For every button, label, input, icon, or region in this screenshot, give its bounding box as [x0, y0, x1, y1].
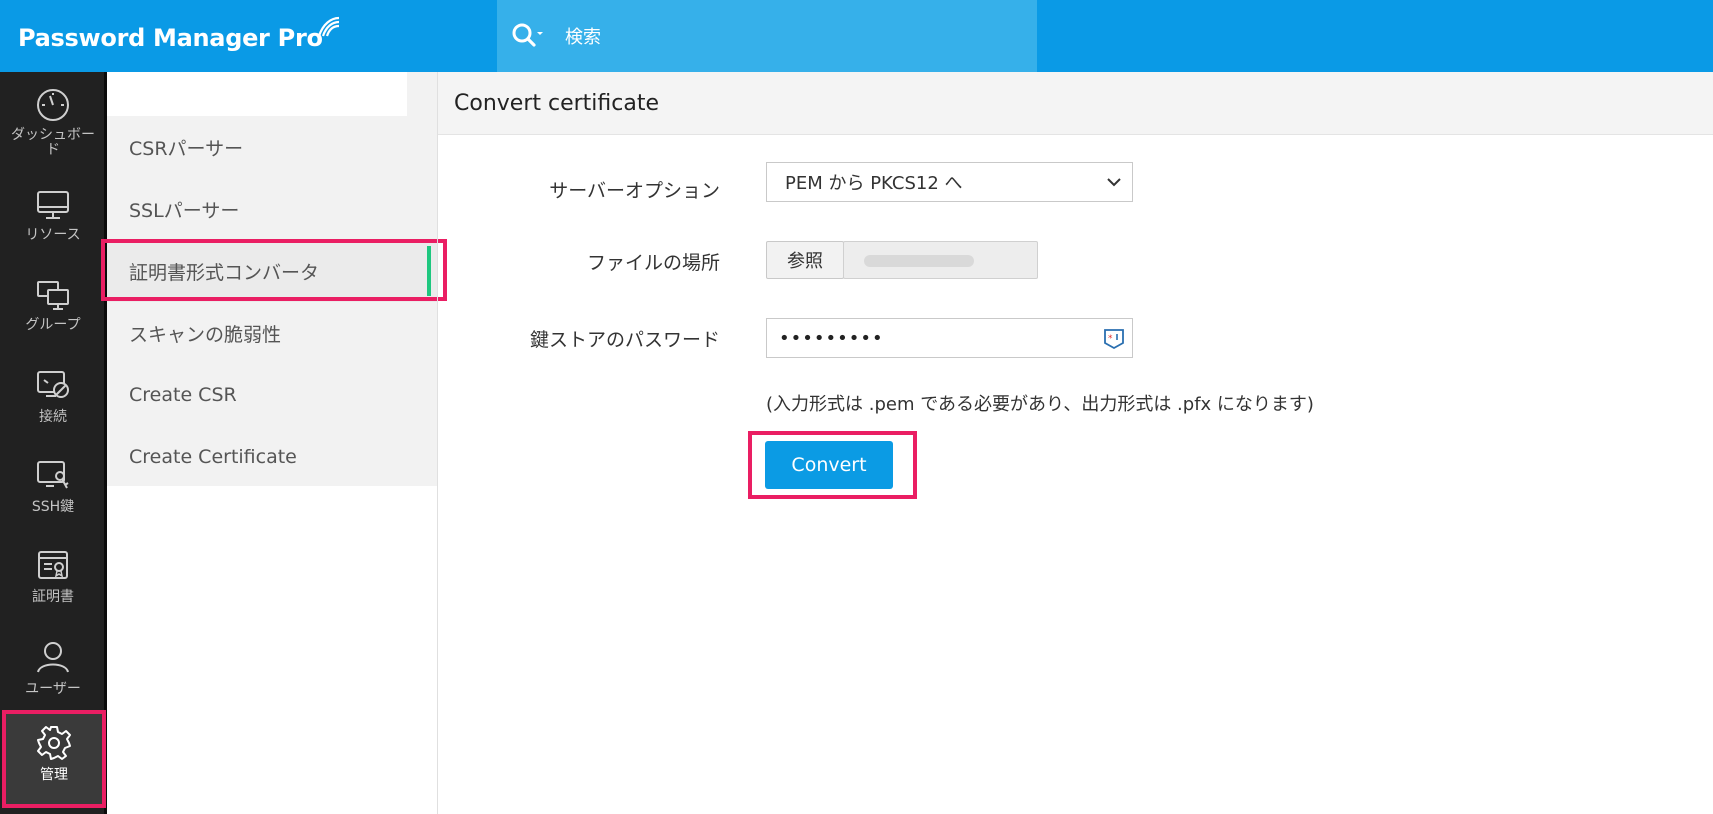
keystore-password-value: •••••••••: [779, 327, 884, 349]
submenu-item-label: Create Certificate: [129, 446, 297, 468]
admin-submenu: CSRパーサー SSLパーサー 証明書形式コンバータ スキャンの脆弱性 Crea…: [107, 116, 437, 486]
nav-certificates[interactable]: 証明書: [0, 536, 106, 626]
format-hint-text: (入力形式は .pem である必要があり、出力形式は .pfx になります): [766, 394, 1314, 415]
server-option-row: サーバーオプション: [420, 169, 720, 209]
submenu-item-ssl-parser[interactable]: SSLパーサー: [107, 178, 437, 240]
nav-groups[interactable]: グループ: [0, 266, 106, 356]
submenu-item-label: 証明書形式コンバータ: [129, 261, 320, 284]
global-search-bar[interactable]: 検索: [497, 0, 1037, 72]
submenu-item-label: CSRパーサー: [129, 137, 244, 160]
file-location-label: ファイルの場所: [586, 251, 720, 274]
brand-swoosh-icon: [317, 16, 339, 37]
server-option-select[interactable]: PEM から PKCS12 へ: [766, 162, 1133, 202]
group-monitors-icon: [37, 281, 69, 310]
content-header: Convert certificate: [438, 72, 1713, 135]
keystore-password-label: 鍵ストアのパスワード: [529, 328, 720, 351]
nav-certificates-label: 証明書: [32, 589, 74, 605]
keystore-password-row: 鍵ストアのパスワード: [420, 318, 720, 358]
nav-dashboard[interactable]: ダッシュボード: [0, 76, 106, 166]
nav-users[interactable]: ユーザー: [0, 626, 106, 716]
nav-groups-label: グループ: [25, 317, 81, 333]
nav-resources-label: リソース: [25, 227, 81, 243]
nav-admin[interactable]: 管理: [2, 710, 106, 808]
ssh-key-icon: [37, 461, 69, 489]
server-option-label: サーバーオプション: [549, 179, 720, 202]
nav-admin-label: 管理: [40, 767, 68, 783]
certificate-icon: [38, 551, 68, 579]
file-location-row: ファイルの場所: [420, 241, 720, 281]
brand-logo[interactable]: Password Manager Pro: [18, 16, 341, 58]
submenu-item-csr-parser[interactable]: CSRパーサー: [107, 116, 437, 178]
blurred-file-name: [864, 255, 974, 267]
search-placeholder: 検索: [565, 27, 601, 48]
dashboard-gauge-icon: [37, 89, 69, 121]
submenu-item-label: スキャンの脆弱性: [129, 323, 282, 346]
convert-button[interactable]: Convert: [765, 441, 893, 489]
browse-button[interactable]: 参照: [766, 241, 844, 279]
submenu-item-label: Create CSR: [129, 384, 237, 406]
password-manager-icon[interactable]: *: [1102, 327, 1126, 351]
nav-ssh-keys[interactable]: SSH鍵: [0, 446, 106, 536]
nav-connect-label: 接続: [39, 409, 67, 425]
search-icon[interactable]: [511, 22, 545, 50]
brand-name: Password Manager Pro: [18, 24, 323, 52]
submenu-header-gap: [407, 72, 437, 116]
submenu-item-label: SSLパーサー: [129, 199, 240, 222]
connect-icon: [37, 371, 69, 398]
keystore-password-input[interactable]: ••••••••• *: [766, 318, 1133, 358]
nav-dashboard-label: ダッシュボード: [11, 127, 95, 158]
submenu-header-space: [107, 72, 407, 116]
svg-text:*: *: [1108, 334, 1114, 344]
chevron-down-icon: [1107, 178, 1121, 187]
gear-icon: [37, 726, 71, 760]
selected-file-name: [843, 241, 1038, 279]
submenu-item-create-csr[interactable]: Create CSR: [107, 364, 437, 426]
nav-resources[interactable]: リソース: [0, 176, 106, 266]
nav-connect[interactable]: 接続: [0, 356, 106, 446]
nav-ssh-keys-label: SSH鍵: [31, 499, 75, 515]
submenu-item-vulnerability-scan[interactable]: スキャンの脆弱性: [107, 302, 437, 364]
nav-users-label: ユーザー: [25, 681, 81, 697]
monitor-icon: [37, 191, 69, 219]
server-option-value: PEM から PKCS12 へ: [785, 173, 963, 194]
top-header-bar: Password Manager Pro 検索: [0, 0, 1713, 72]
page-title: Convert certificate: [454, 90, 659, 116]
submenu-item-create-certificate[interactable]: Create Certificate: [107, 426, 437, 488]
submenu-item-certificate-converter[interactable]: 証明書形式コンバータ: [107, 240, 437, 302]
user-icon: [37, 642, 69, 673]
